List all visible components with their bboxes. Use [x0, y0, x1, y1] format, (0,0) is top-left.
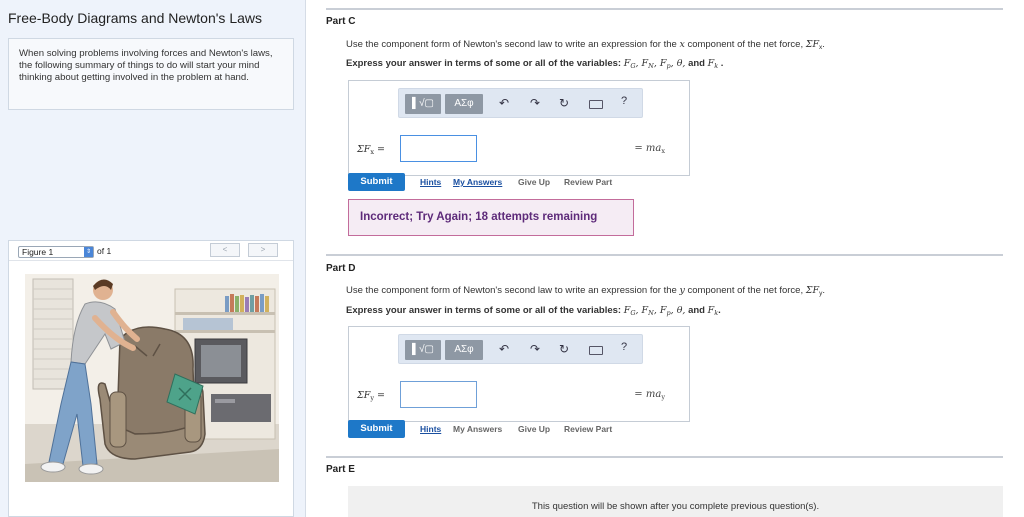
- part-c-my-answers-link[interactable]: My Answers: [453, 177, 502, 187]
- greek-symbols-button[interactable]: ΑΣφ: [445, 94, 483, 114]
- greek-symbols-button[interactable]: ΑΣφ: [445, 340, 483, 360]
- figure-next-button[interactable]: >: [248, 243, 278, 257]
- reset-icon[interactable]: ↻: [559, 341, 569, 357]
- part-c-label: Part C: [326, 16, 356, 27]
- part-d-variables: FG, FN, Fp, θ,: [623, 305, 686, 317]
- part-c-question: Use the component form of Newton's secon…: [346, 39, 825, 51]
- undo-icon[interactable]: ↶: [499, 341, 509, 357]
- part-c-variables: FG, FN, Fp, θ,: [623, 58, 686, 70]
- part-c-answer-input[interactable]: [400, 135, 477, 162]
- templates-button[interactable]: ▌√▢: [405, 340, 441, 360]
- templates-button[interactable]: ▌√▢: [405, 94, 441, 114]
- chevron-updown-icon: ⇕: [84, 247, 93, 257]
- part-d-give-up-link[interactable]: Give Up: [518, 424, 550, 434]
- divider: [326, 254, 1003, 256]
- man-pushing-recliner-illustration: [25, 274, 279, 482]
- reset-icon[interactable]: ↻: [559, 95, 569, 111]
- part-c-give-up-link[interactable]: Give Up: [518, 177, 550, 187]
- figure-prev-button[interactable]: <: [210, 243, 240, 257]
- intro-box: When solving problems involving forces a…: [8, 38, 294, 110]
- part-d-instruction: Express your answer in terms of some or …: [346, 305, 721, 317]
- part-c-review-part-link[interactable]: Review Part: [564, 177, 612, 187]
- undo-icon[interactable]: ↶: [499, 95, 509, 111]
- math-toolbar: ▌√▢ ΑΣφ ↶ ↷ ↻ ?: [398, 334, 643, 364]
- part-e-label: Part E: [326, 464, 355, 475]
- left-panel: Free-Body Diagrams and Newton's Laws Whe…: [0, 0, 306, 517]
- part-d-lhs: ΣFy =: [357, 390, 385, 402]
- part-c-rhs: = max: [634, 143, 665, 155]
- redo-icon[interactable]: ↷: [530, 95, 540, 111]
- figure-panel: Figure 1 ⇕ of 1 < >: [8, 240, 294, 517]
- part-d-rhs: = may: [634, 389, 665, 401]
- part-d-my-answers-link[interactable]: My Answers: [453, 424, 502, 434]
- math-toolbar: ▌√▢ ΑΣφ ↶ ↷ ↻ ?: [398, 88, 643, 118]
- keyboard-icon[interactable]: [589, 346, 603, 355]
- divider: [326, 456, 1003, 458]
- redo-icon[interactable]: ↷: [530, 341, 540, 357]
- divider: [326, 8, 1003, 10]
- part-c-feedback: Incorrect; Try Again; 18 attempts remain…: [348, 199, 634, 236]
- figure-select-value: Figure 1: [22, 247, 54, 257]
- part-c-lhs: ΣFx =: [357, 144, 385, 156]
- part-d-answer-input[interactable]: [400, 381, 477, 408]
- part-d-submit-button[interactable]: Submit: [348, 420, 405, 438]
- assignment-title: Free-Body Diagrams and Newton's Laws: [8, 10, 263, 26]
- help-icon[interactable]: ?: [621, 341, 627, 353]
- figure-select[interactable]: Figure 1 ⇕: [18, 246, 94, 258]
- keyboard-icon[interactable]: [589, 100, 603, 109]
- part-c-answer-box: ▌√▢ ΑΣφ ↶ ↷ ↻ ? ΣFx = = max: [348, 80, 690, 176]
- figure-toolbar: Figure 1 ⇕ of 1 < >: [9, 241, 293, 261]
- part-d-answer-box: ▌√▢ ΑΣφ ↶ ↷ ↻ ? ΣFy = = may: [348, 326, 690, 422]
- part-c-instruction: Express your answer in terms of some or …: [346, 58, 724, 70]
- part-d-question: Use the component form of Newton's secon…: [346, 285, 825, 297]
- figure-count: of 1: [97, 246, 112, 256]
- part-d-hints-link[interactable]: Hints: [420, 424, 441, 434]
- part-d-label: Part D: [326, 263, 356, 274]
- questions-panel: Part C Use the component form of Newton'…: [306, 0, 1024, 517]
- help-icon[interactable]: ?: [621, 95, 627, 107]
- figure-image: [25, 274, 279, 482]
- part-e-locked-note: This question will be shown after you co…: [348, 486, 1003, 517]
- part-c-submit-button[interactable]: Submit: [348, 173, 405, 191]
- part-c-hints-link[interactable]: Hints: [420, 177, 441, 187]
- part-d-review-part-link[interactable]: Review Part: [564, 424, 612, 434]
